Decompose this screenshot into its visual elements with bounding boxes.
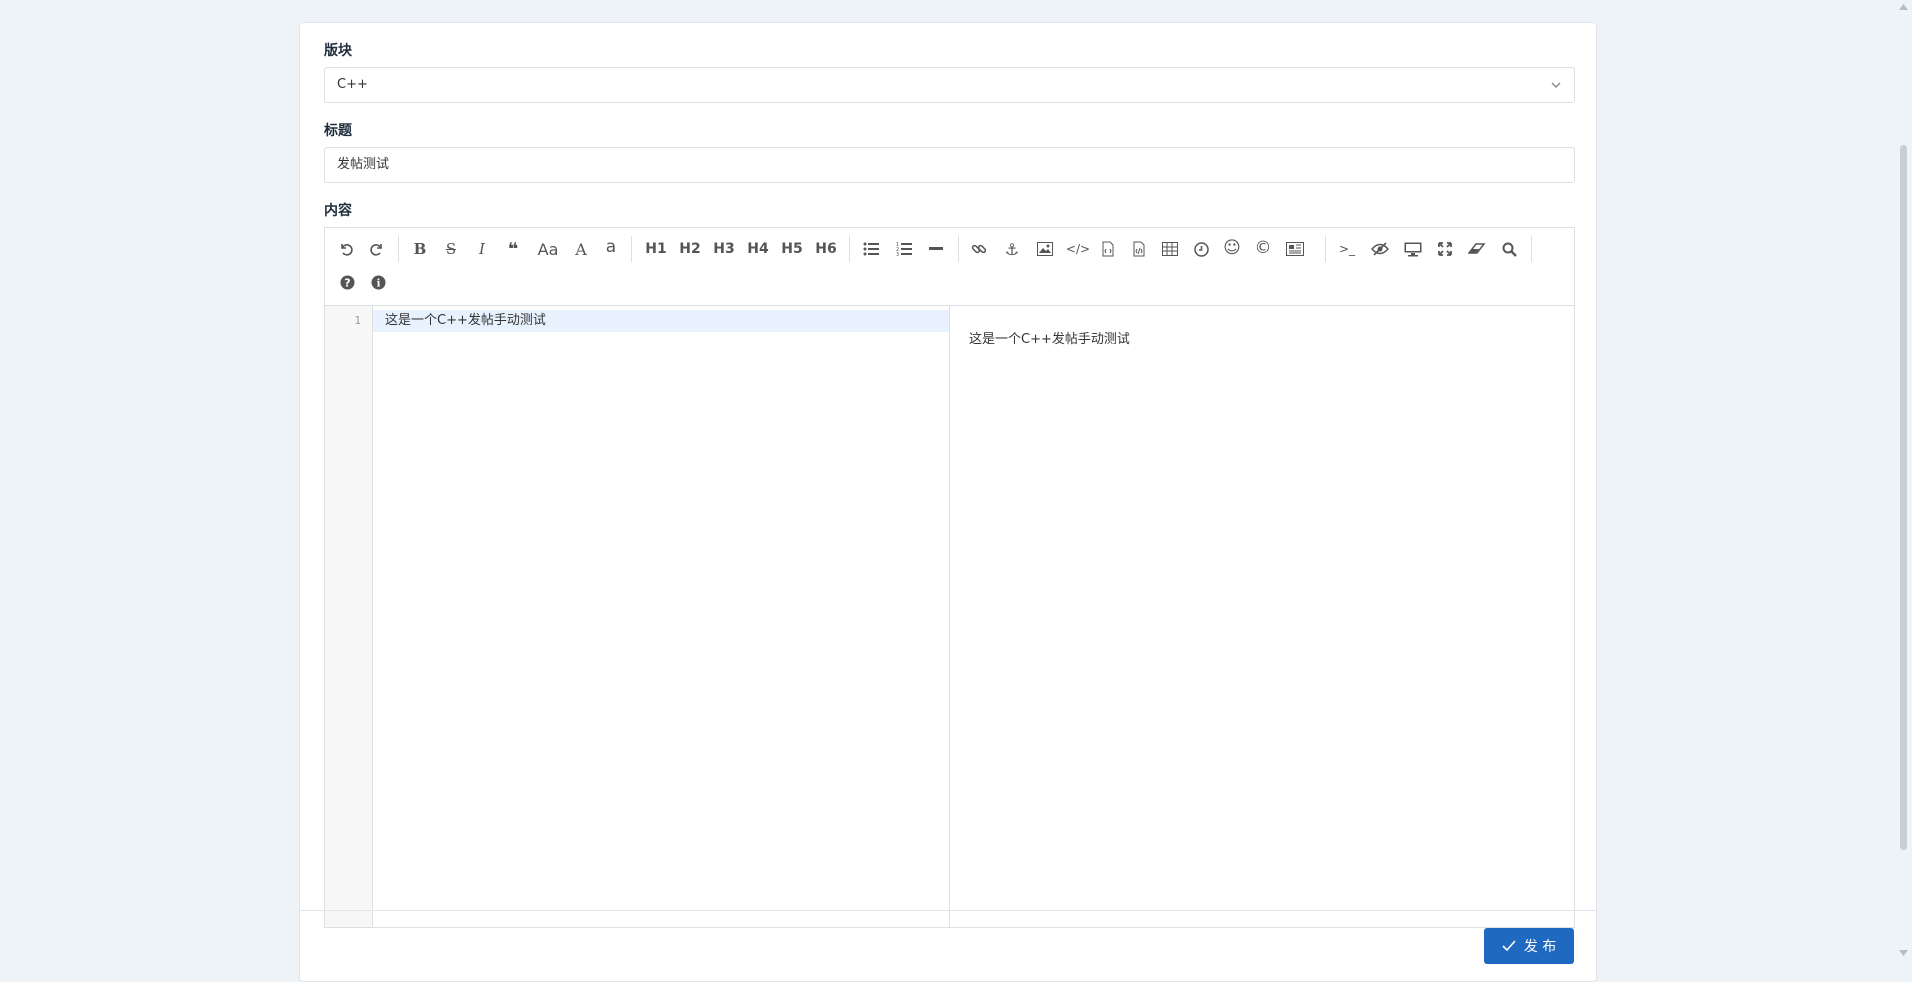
- html-entities-icon[interactable]: ©: [1252, 235, 1274, 261]
- preformatted-text-icon[interactable]: [1097, 236, 1119, 262]
- image-icon[interactable]: [1034, 236, 1056, 262]
- uppercase-first-icon[interactable]: A: [570, 236, 592, 262]
- h4-button[interactable]: H4: [743, 236, 773, 262]
- chevron-down-icon: [1551, 82, 1561, 88]
- editor-toolbar: B S I ❝ Aa A a H1 H2 H3 H4 H5 H6 123 ⚓ <…: [325, 228, 1574, 306]
- board-label: 版块: [324, 43, 352, 59]
- scroll-down-icon[interactable]: [1899, 950, 1908, 956]
- line-number: 1: [354, 314, 361, 327]
- title-input[interactable]: 发帖测试: [324, 147, 1575, 183]
- clear-icon[interactable]: [1465, 236, 1489, 262]
- redo-icon[interactable]: [366, 236, 388, 262]
- code-block-icon[interactable]: [1128, 236, 1150, 262]
- info-icon[interactable]: i: [368, 269, 388, 295]
- publish-button[interactable]: 发 布: [1484, 928, 1574, 964]
- page-scrollbar[interactable]: [1895, 0, 1912, 962]
- scroll-up-icon[interactable]: [1899, 4, 1908, 10]
- fullscreen-icon[interactable]: [1434, 236, 1456, 262]
- anchor-icon[interactable]: ⚓: [1001, 236, 1023, 262]
- svg-text:i: i: [376, 278, 380, 289]
- line-number-gutter: 1: [325, 306, 373, 927]
- uppercase-icon[interactable]: Aa: [533, 236, 563, 262]
- preview-icon[interactable]: [1401, 236, 1425, 262]
- unwatch-icon[interactable]: [1368, 236, 1392, 262]
- emoji-icon[interactable]: ☺: [1221, 235, 1243, 261]
- link-icon[interactable]: [968, 236, 990, 262]
- italic-icon[interactable]: I: [471, 236, 493, 262]
- svg-text:3: 3: [896, 252, 899, 256]
- watch-toggle-icon[interactable]: >_: [1335, 236, 1359, 262]
- content-label: 内容: [324, 203, 352, 219]
- preview-paragraph: 这是一个C++发帖手动测试: [969, 332, 1130, 347]
- svg-text:?: ?: [344, 276, 350, 289]
- ordered-list-icon[interactable]: 123: [893, 236, 915, 262]
- title-label: 标题: [324, 123, 352, 139]
- markdown-preview: 这是一个C++发帖手动测试: [949, 306, 1574, 927]
- board-select-value: C++: [337, 77, 368, 92]
- h3-button[interactable]: H3: [709, 236, 739, 262]
- h2-button[interactable]: H2: [675, 236, 705, 262]
- code-icon[interactable]: </>: [1066, 236, 1090, 262]
- publish-label: 发 布: [1523, 939, 1557, 955]
- footer-divider: [300, 910, 1596, 911]
- lowercase-icon[interactable]: a: [600, 234, 622, 260]
- help-icon[interactable]: ?: [337, 269, 357, 295]
- h6-button[interactable]: H6: [811, 236, 841, 262]
- check-icon: [1502, 940, 1516, 952]
- bold-icon[interactable]: B: [409, 236, 431, 262]
- strikethrough-icon[interactable]: S: [440, 236, 462, 262]
- markdown-editor: B S I ❝ Aa A a H1 H2 H3 H4 H5 H6 123 ⚓ <…: [324, 227, 1575, 928]
- unordered-list-icon[interactable]: [860, 236, 882, 262]
- pagebreak-icon[interactable]: [1283, 236, 1307, 262]
- datetime-icon[interactable]: [1190, 236, 1212, 262]
- h5-button[interactable]: H5: [777, 236, 807, 262]
- quote-icon[interactable]: ❝: [502, 236, 524, 262]
- table-icon[interactable]: [1159, 236, 1181, 262]
- code-line: 这是一个C++发帖手动测试: [385, 313, 546, 328]
- board-select[interactable]: C++: [324, 67, 1575, 103]
- h1-button[interactable]: H1: [641, 236, 671, 262]
- undo-icon[interactable]: [335, 236, 357, 262]
- post-form-card: 版块 C++ 标题 发帖测试 内容 B S I ❝ Aa A a H1 H2 H…: [299, 22, 1597, 982]
- horizontal-rule-icon[interactable]: [925, 236, 947, 262]
- scroll-thumb[interactable]: [1900, 145, 1907, 850]
- markdown-input[interactable]: 这是一个C++发帖手动测试: [373, 306, 949, 927]
- search-icon[interactable]: [1498, 236, 1520, 262]
